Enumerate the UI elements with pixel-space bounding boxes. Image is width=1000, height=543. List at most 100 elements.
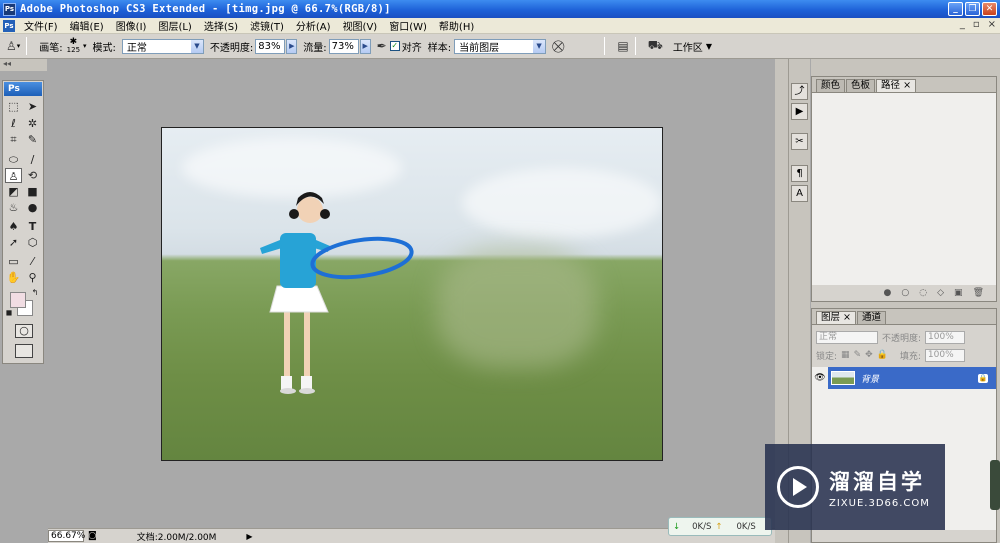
paths-list — [812, 93, 996, 285]
foreground-color-swatch[interactable] — [10, 292, 26, 308]
status-info-icon[interactable]: ◙ — [88, 531, 97, 541]
stroke-path-icon[interactable]: ○ — [901, 288, 909, 298]
flow-input[interactable]: 73% — [328, 38, 359, 54]
history-brush-tool-icon[interactable]: ⟲ — [24, 168, 41, 183]
status-menu-arrow-icon[interactable]: ▶ — [246, 532, 252, 541]
eye-icon[interactable]: 👁 — [812, 367, 828, 389]
lock-transparency-icon[interactable]: ▦ — [841, 350, 850, 360]
delete-path-icon[interactable]: 🗑 — [973, 288, 984, 298]
quick-mask-icon[interactable]: ○ — [15, 324, 33, 338]
close-icon[interactable]: × — [843, 312, 851, 323]
paragraph-panel-icon[interactable]: ¶ — [791, 165, 808, 182]
upload-speed: 0K/S — [736, 521, 756, 532]
shape-tool-icon[interactable]: ⬡ — [24, 235, 41, 250]
menu-image[interactable]: 图像(I) — [110, 18, 153, 33]
new-path-icon[interactable]: ▣ — [954, 288, 963, 298]
opacity-input[interactable]: 83% — [255, 38, 286, 54]
crop-tool-icon[interactable]: ⌗ — [5, 132, 22, 147]
screen-mode-icon[interactable] — [15, 344, 33, 358]
close-icon[interactable]: × — [903, 80, 911, 91]
side-scroll-handle[interactable] — [990, 460, 1000, 510]
lock-pixels-icon[interactable]: ✎ — [854, 350, 862, 360]
fill-input[interactable]: 100% — [924, 348, 965, 362]
tab-layers[interactable]: 图层 × — [816, 311, 857, 324]
tool-presets-panel-icon[interactable]: ✂ — [791, 133, 808, 150]
photoshop-app-icon: Ps — [3, 2, 16, 16]
menu-analysis[interactable]: 分析(A) — [290, 18, 337, 33]
flow-slider-button[interactable]: ▶ — [359, 38, 371, 54]
blend-mode-select[interactable]: 正常 — [816, 330, 878, 344]
toolbox-collapse-handle[interactable]: ◂◂ — [0, 59, 47, 71]
zoom-tool-icon[interactable]: ⚲ — [24, 270, 41, 285]
ignore-adjustment-layers-icon[interactable]: ⛒ — [552, 39, 564, 54]
tool-preset-picker[interactable]: ♙ ▾ — [6, 39, 20, 53]
make-work-path-icon[interactable]: ◇ — [937, 288, 944, 298]
doc-restore-button[interactable]: ▫ — [973, 19, 980, 30]
type-tool-icon[interactable]: T — [24, 219, 41, 234]
move-tool-icon[interactable]: ➤ — [24, 99, 41, 114]
menu-select[interactable]: 选择(S) — [198, 18, 244, 33]
character-panel-icon[interactable]: A — [791, 185, 808, 202]
menu-window[interactable]: 窗口(W) — [383, 18, 433, 33]
magic-wand-tool-icon[interactable]: ✲ — [24, 116, 41, 131]
layer-row-background[interactable]: 👁 背景 🔒 — [812, 367, 996, 389]
pen-tool-icon[interactable]: ♠ — [5, 219, 22, 234]
workspace-menu[interactable]: 工作区 ▼ — [673, 39, 712, 54]
brush-picker[interactable]: ✱ 125 — [66, 38, 81, 55]
lock-position-icon[interactable]: ✥ — [865, 350, 873, 360]
history-panel-icon[interactable]: ⤴ — [791, 83, 808, 100]
brush-tool-icon[interactable]: ∕ — [24, 152, 41, 167]
document-size-info: 文档:2.00M/2.00M — [136, 532, 217, 543]
doc-close-button[interactable]: × — [988, 19, 996, 30]
eraser-tool-icon[interactable]: ◩ — [5, 184, 22, 199]
default-colors-icon[interactable]: ◼ — [5, 309, 13, 317]
blur-tool-icon[interactable]: ♨ — [5, 200, 22, 215]
slice-tool-icon[interactable]: ✎ — [24, 132, 41, 147]
load-selection-icon[interactable]: ◌ — [919, 288, 927, 298]
swap-colors-icon[interactable]: ↰ — [30, 288, 40, 298]
fill-path-icon[interactable]: ● — [884, 288, 892, 298]
fill-label: 填充: — [899, 351, 921, 362]
close-button[interactable]: ✕ — [982, 2, 997, 16]
bridge-icon[interactable]: ⛟ — [648, 38, 663, 54]
tab-paths[interactable]: 路径 × — [876, 79, 917, 92]
clone-stamp-tool-icon[interactable]: ♙ — [5, 168, 22, 183]
menu-filter[interactable]: 滤镜(T) — [244, 18, 290, 33]
dodge-tool-icon[interactable]: ● — [24, 200, 41, 215]
opacity-slider-button[interactable]: ▶ — [286, 38, 298, 54]
sample-select[interactable]: 当前图层 ▼ — [454, 38, 547, 54]
menu-view[interactable]: 视图(V) — [337, 18, 384, 33]
document-image[interactable] — [161, 127, 663, 461]
doc-minimize-button[interactable]: _ — [960, 19, 965, 30]
aligned-checkbox[interactable]: ✓ — [389, 41, 400, 51]
healing-brush-tool-icon[interactable]: ⬭ — [5, 152, 22, 167]
hand-tool-icon[interactable]: ✋ — [5, 270, 22, 285]
clone-stamp-icon: ♙ — [6, 39, 17, 53]
palette-well-icon[interactable]: ▤ — [617, 39, 628, 53]
eyedropper-tool-icon[interactable]: ⁄ — [24, 254, 41, 269]
ps-menu-icon[interactable]: Ps — [3, 19, 15, 32]
menu-edit[interactable]: 编辑(E) — [64, 18, 110, 33]
menu-layer[interactable]: 图层(L) — [152, 18, 197, 33]
marquee-tool-icon[interactable]: ⬚ — [5, 99, 22, 114]
airbrush-icon[interactable]: ✒ — [377, 39, 387, 53]
notes-tool-icon[interactable]: ▭ — [5, 254, 22, 269]
gradient-tool-icon[interactable]: ■ — [24, 184, 41, 199]
minimize-button[interactable]: _ — [948, 2, 963, 16]
lasso-tool-icon[interactable]: ℓ — [5, 116, 22, 131]
restore-button[interactable]: ❐ — [965, 2, 980, 16]
watermark-overlay: 溜溜自学 ZIXUE.3D66.COM — [765, 444, 945, 530]
actions-panel-icon[interactable]: ▶ — [791, 103, 808, 120]
menu-help[interactable]: 帮助(H) — [433, 18, 480, 33]
path-selection-tool-icon[interactable]: ➚ — [5, 235, 22, 250]
mode-select[interactable]: 正常 ▼ — [121, 38, 204, 54]
lock-all-icon[interactable]: 🔒 — [877, 350, 888, 360]
tab-channels[interactable]: 通道 — [857, 311, 887, 324]
tab-swatches[interactable]: 色板 — [846, 79, 876, 92]
brush-size: 125 — [66, 46, 81, 54]
toolbox-logo[interactable]: Ps — [4, 82, 42, 96]
layer-opacity-input[interactable]: 100% — [925, 330, 966, 344]
tab-color[interactable]: 颜色 — [816, 79, 846, 92]
zoom-level-field[interactable]: 66.67% — [48, 530, 85, 542]
menu-file[interactable]: 文件(F) — [18, 18, 64, 33]
